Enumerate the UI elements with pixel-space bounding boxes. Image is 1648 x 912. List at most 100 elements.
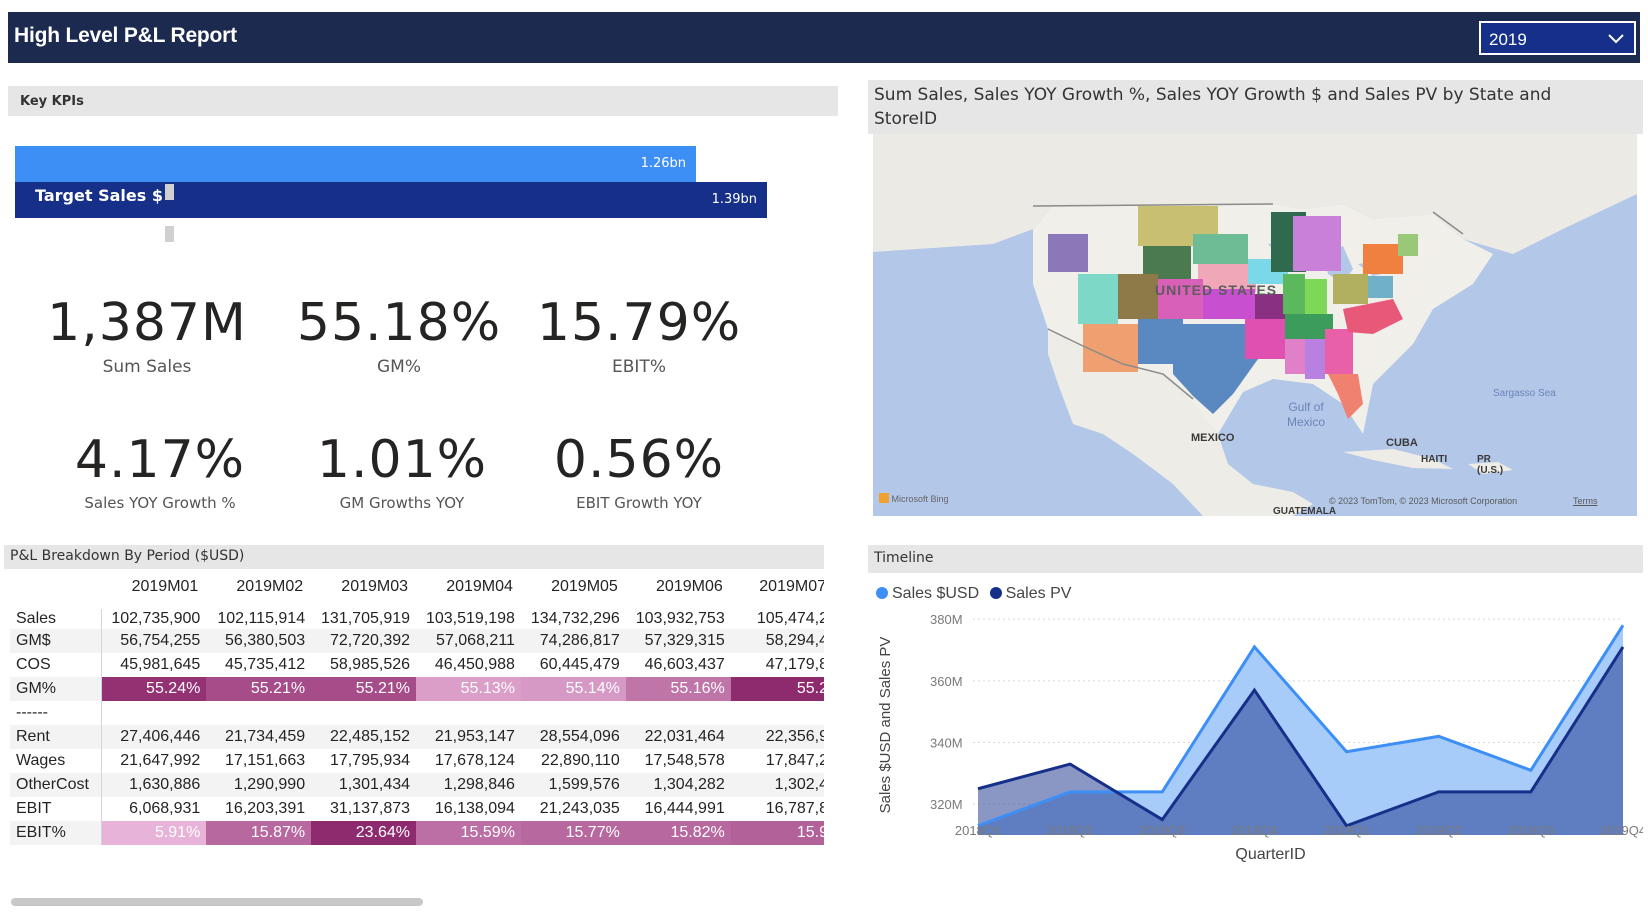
table-cell[interactable]: 102,735,900 <box>101 605 206 629</box>
table-cell[interactable]: 15.77% <box>520 821 626 845</box>
pl-column-header[interactable]: 2019M03 <box>311 572 416 605</box>
table-cell[interactable] <box>101 701 206 725</box>
table-cell[interactable]: 17,151,663 <box>206 749 311 773</box>
legend-label[interactable]: Sales PV <box>1006 585 1072 602</box>
year-dropdown[interactable]: 2019 <box>1479 21 1636 55</box>
pl-column-header[interactable]: 2019M07 <box>731 572 824 605</box>
table-cell[interactable] <box>626 701 731 725</box>
table-row[interactable]: GM% 55.24% 55.21% 55.21% 55.13% 55.14% 55.16% 5… <box>10 677 824 701</box>
table-cell[interactable]: 1,304,282 <box>625 773 731 797</box>
kpi-card-ebit-growth[interactable]: 0.56% EBIT Growth YOY <box>519 430 759 512</box>
kpi-card-gm-pct[interactable]: 55.18% GM% <box>279 293 519 377</box>
table-row[interactable]: Wages 21,647,992 17,151,663 17,795,934 17,67… <box>10 749 824 773</box>
map-terms-link[interactable]: Terms <box>1573 496 1598 506</box>
table-cell[interactable]: 17,847,2 <box>731 749 824 773</box>
state-fill[interactable] <box>1048 234 1088 272</box>
kpi-card-sales-yoy[interactable]: 4.17% Sales YOY Growth % <box>40 430 280 512</box>
table-cell[interactable]: 1,599,576 <box>520 773 626 797</box>
bullet-actual-bar[interactable]: 1.26bn <box>15 146 696 182</box>
state-fill[interactable] <box>1283 274 1305 314</box>
table-cell[interactable]: 105,474,2 <box>731 605 824 629</box>
state-fill[interactable] <box>1245 319 1285 359</box>
horizontal-scrollbar[interactable] <box>11 898 423 906</box>
table-cell[interactable]: 6,068,931 <box>101 797 206 821</box>
table-cell[interactable]: 15.87% <box>206 821 312 845</box>
table-cell[interactable]: 1,301,434 <box>311 773 417 797</box>
table-row[interactable]: EBIT% 5.91% 15.87% 23.64% 15.59% 15.77% 15.82%… <box>10 821 824 845</box>
table-cell[interactable]: 46,603,437 <box>626 653 731 677</box>
state-fill[interactable] <box>1078 274 1118 324</box>
table-cell[interactable]: 27,406,446 <box>101 725 207 749</box>
table-row[interactable]: EBIT 6,068,931 16,203,391 31,137,873 16,138,… <box>10 797 824 821</box>
table-cell[interactable]: 31,137,873 <box>311 797 416 821</box>
table-cell[interactable]: 16,203,391 <box>206 797 311 821</box>
table-cell[interactable]: 103,932,753 <box>626 605 731 629</box>
table-cell[interactable]: 1,298,846 <box>416 773 521 797</box>
table-cell[interactable]: 131,705,919 <box>311 605 416 629</box>
table-cell[interactable]: 16,138,094 <box>416 797 521 821</box>
state-fill[interactable] <box>1368 276 1393 298</box>
table-cell[interactable]: 17,678,124 <box>416 749 521 773</box>
table-cell[interactable]: 23.64% <box>311 821 417 845</box>
table-cell[interactable]: 5.91% <box>101 821 207 845</box>
table-cell[interactable]: 21,243,035 <box>521 797 626 821</box>
table-cell[interactable]: 1,302,4 <box>730 773 824 797</box>
table-cell[interactable] <box>521 701 626 725</box>
bullet-target-bar[interactable]: Target Sales $ 1.39bn <box>15 182 767 218</box>
table-cell[interactable]: 1,290,990 <box>206 773 312 797</box>
pl-column-header[interactable]: 2019M06 <box>626 572 731 605</box>
table-cell[interactable]: 55.13% <box>416 677 521 701</box>
table-cell[interactable]: 22,356,9 <box>730 725 824 749</box>
table-cell[interactable]: 21,953,147 <box>416 725 521 749</box>
table-cell[interactable]: 103,519,198 <box>416 605 521 629</box>
table-cell[interactable]: 55.24% <box>101 677 207 701</box>
legend-label[interactable]: Sales $USD <box>892 585 979 602</box>
kpi-card-sum-sales[interactable]: 1,387M Sum Sales <box>27 293 267 377</box>
state-fill[interactable] <box>1293 216 1341 271</box>
state-fill[interactable] <box>1118 274 1158 319</box>
kpi-card-ebit-pct[interactable]: 15.79% EBIT% <box>519 293 759 377</box>
table-cell[interactable]: 56,380,503 <box>206 629 312 653</box>
table-cell[interactable]: 58,985,526 <box>311 653 416 677</box>
pl-column-header[interactable]: 2019M01 <box>101 572 206 605</box>
table-cell[interactable]: 58,294,4 <box>730 629 824 653</box>
state-fill[interactable] <box>1193 234 1248 264</box>
table-cell[interactable]: 45,735,412 <box>206 653 311 677</box>
table-cell[interactable]: 74,286,817 <box>520 629 626 653</box>
table-row[interactable]: Sales 102,735,900 102,115,914 131,705,919 10… <box>10 605 824 629</box>
table-cell[interactable]: 21,647,992 <box>101 749 206 773</box>
pl-column-header[interactable]: 2019M04 <box>416 572 521 605</box>
table-cell[interactable]: 55.2 <box>730 677 824 701</box>
table-cell[interactable]: 55.16% <box>625 677 731 701</box>
table-cell[interactable]: 15.59% <box>416 821 521 845</box>
table-cell[interactable] <box>206 701 311 725</box>
table-cell[interactable]: 134,732,296 <box>521 605 626 629</box>
table-cell[interactable]: 55.21% <box>311 677 417 701</box>
table-row[interactable]: COS 45,981,645 45,735,412 58,985,526 46,450,… <box>10 653 824 677</box>
table-cell[interactable]: 57,068,211 <box>416 629 521 653</box>
table-cell[interactable]: 21,734,459 <box>206 725 312 749</box>
state-fill[interactable] <box>1285 339 1305 374</box>
pl-table[interactable]: 2019M01 2019M02 2019M03 2019M04 2019M05 … <box>10 572 824 845</box>
table-row[interactable]: ------ <box>10 701 824 725</box>
timeline-chart[interactable]: 320M 340M 360M 380M 2018Q1 2018Q2 2018Q3 2018Q4… <box>868 605 1643 910</box>
table-cell[interactable]: 1,630,886 <box>101 773 207 797</box>
table-cell[interactable]: 55.14% <box>520 677 626 701</box>
table-cell[interactable]: 16,787,8 <box>731 797 824 821</box>
table-row[interactable]: Rent 27,406,446 21,734,459 22,485,152 21,953… <box>10 725 824 749</box>
state-fill[interactable] <box>1083 324 1138 372</box>
table-cell[interactable]: 46,450,988 <box>416 653 521 677</box>
chevron-down-icon[interactable] <box>1606 28 1626 48</box>
table-cell[interactable] <box>311 701 416 725</box>
filled-map[interactable]: UNITED STATES MEXICO Gulf of Mexico Sarg… <box>873 134 1637 516</box>
table-row[interactable]: OtherCost 1,630,886 1,290,990 1,301,434 1,29… <box>10 773 824 797</box>
table-cell[interactable]: 16,444,991 <box>626 797 731 821</box>
table-cell[interactable]: 47,179,8 <box>731 653 824 677</box>
table-cell[interactable]: 15.9 <box>730 821 824 845</box>
table-cell[interactable]: 22,031,464 <box>625 725 731 749</box>
table-cell[interactable]: 102,115,914 <box>206 605 311 629</box>
table-cell[interactable]: 28,554,096 <box>520 725 626 749</box>
state-fill[interactable] <box>1325 329 1353 374</box>
table-cell[interactable]: 17,795,934 <box>311 749 416 773</box>
state-fill[interactable] <box>1398 234 1418 256</box>
